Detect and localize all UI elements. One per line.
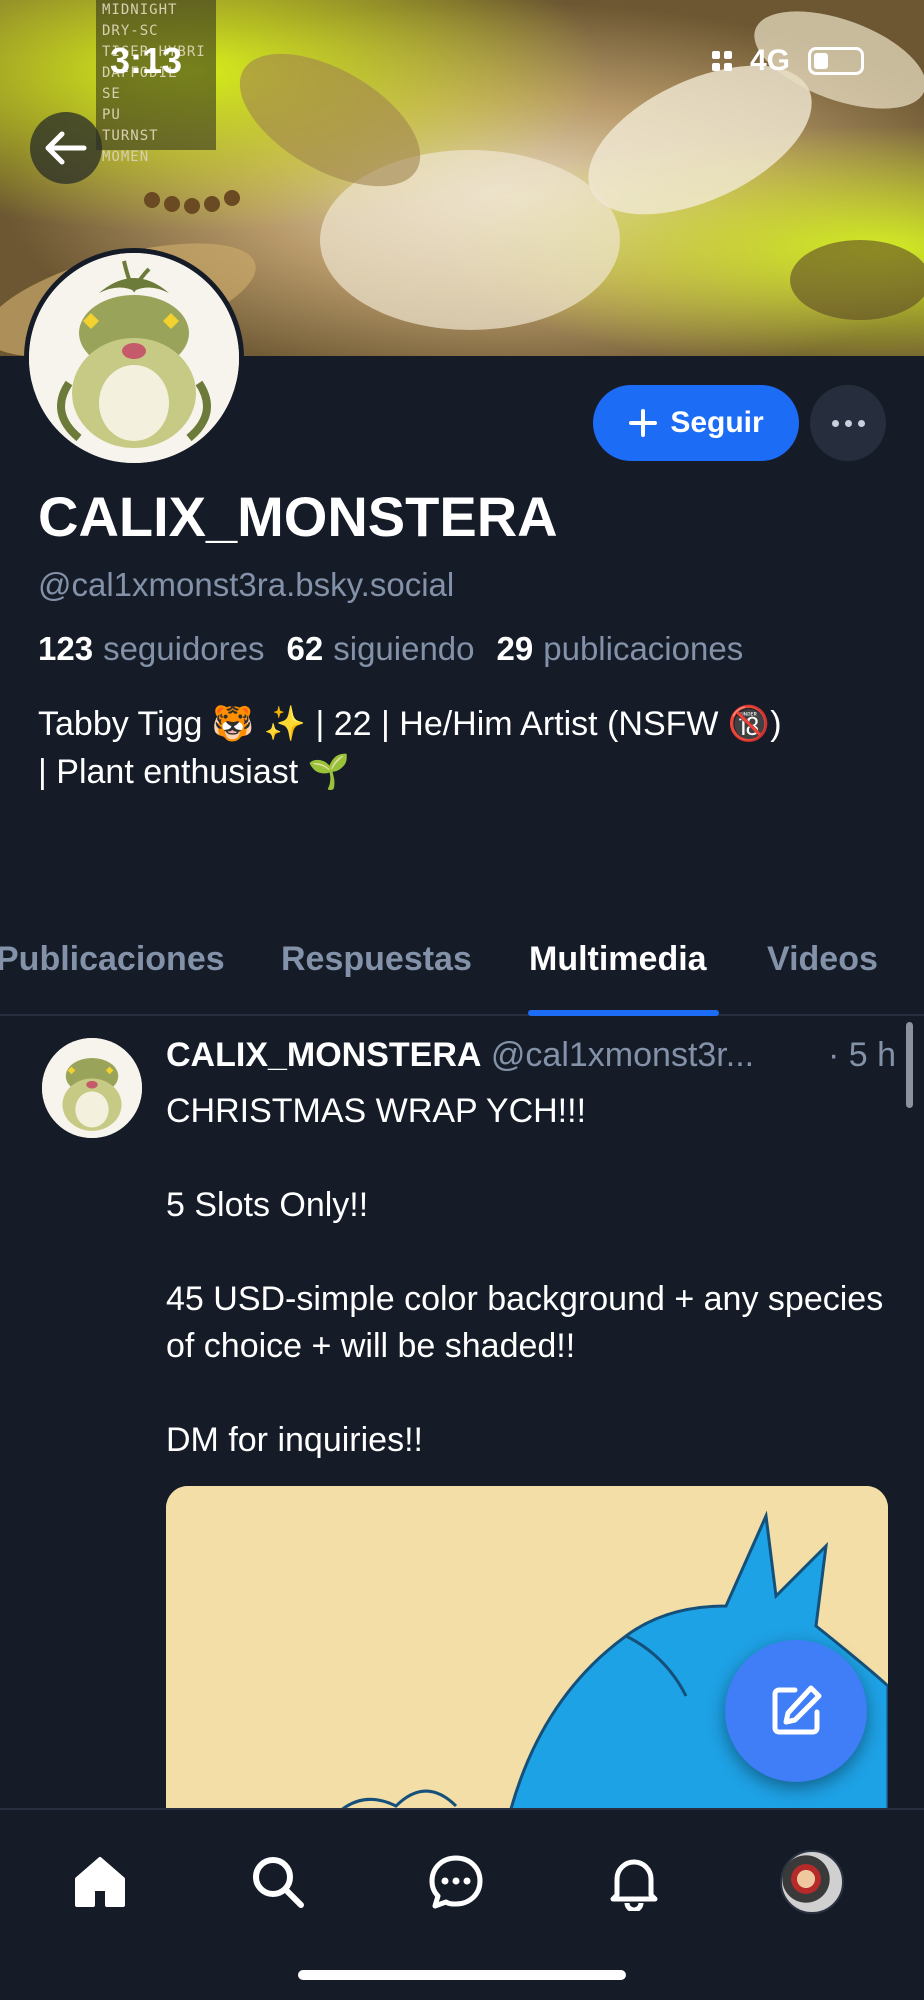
tab-publicaciones[interactable]: Publicaciones [0, 940, 225, 979]
profile-stats: 123 seguidores 62 siguiendo 29 publicacione… [38, 630, 743, 668]
profile-handle: @cal1xmonst3ra.bsky.social [38, 566, 455, 603]
compose-post-button[interactable] [725, 1640, 867, 1782]
status-bar: 3:13 4G [0, 0, 924, 120]
plus-icon [629, 409, 658, 437]
ellipsis-icon [831, 419, 839, 427]
follow-button[interactable]: Seguir [593, 385, 799, 461]
profile-tabs: Publicaciones Respuestas Multimedia Vide… [0, 930, 924, 1016]
profile-bio: Tabby Tigg 🐯 ✨ | 22 | He/Him Artist (NSF… [38, 705, 782, 791]
status-time: 3:13 [110, 40, 183, 81]
post-author-handle[interactable]: @cal1xmonst3r... [491, 1036, 754, 1074]
chat-icon [429, 1855, 483, 1909]
bell-icon [610, 1859, 658, 1911]
home-icon [75, 1857, 125, 1907]
post-body: CHRISTMAS WRAP YCH!!! 5 Slots Only!! 45 … [166, 1092, 884, 1459]
active-tab-indicator [528, 1010, 719, 1016]
search-icon [253, 1857, 304, 1908]
network-type: 4G [749, 44, 790, 77]
more-options-button[interactable] [810, 385, 886, 461]
tab-multimedia[interactable]: Multimedia [529, 940, 707, 979]
post-author-avatar[interactable] [42, 1038, 142, 1138]
status-indicators: 4G [711, 44, 864, 78]
post-author-name[interactable]: CALIX_MONSTERA [166, 1036, 481, 1074]
following-stat[interactable]: 62 siguiendo [287, 630, 475, 668]
follow-label: Seguir [670, 406, 764, 439]
followers-stat[interactable]: 123 seguidores [38, 630, 265, 668]
nav-profile[interactable] [772, 1842, 852, 1922]
signal-icon [711, 51, 732, 71]
nav-notifications[interactable] [594, 1842, 674, 1922]
posts-stat: 29 publicaciones [496, 630, 744, 667]
tab-respuestas[interactable]: Respuestas [281, 940, 472, 979]
nav-search[interactable] [238, 1842, 318, 1922]
back-button[interactable] [30, 112, 102, 184]
nav-chat[interactable] [416, 1842, 496, 1922]
tiger-character-art [29, 253, 239, 463]
profile-display-name: CALIX_MONSTERA [38, 485, 558, 548]
profile-avatar[interactable] [24, 248, 244, 468]
user-avatar [780, 1850, 844, 1914]
compose-icon [772, 1685, 822, 1735]
arrow-left-icon [45, 131, 87, 165]
home-indicator [298, 1970, 626, 1980]
post-header: CALIX_MONSTERA @cal1xmonst3r... · 5 h [166, 1036, 896, 1075]
scrollbar[interactable] [906, 1022, 913, 1108]
battery-icon [808, 47, 864, 75]
tab-videos[interactable]: Videos [767, 940, 878, 979]
tiger-character-art [42, 1038, 142, 1138]
nav-home[interactable] [60, 1842, 140, 1922]
post-timestamp: · 5 h [827, 1036, 896, 1074]
